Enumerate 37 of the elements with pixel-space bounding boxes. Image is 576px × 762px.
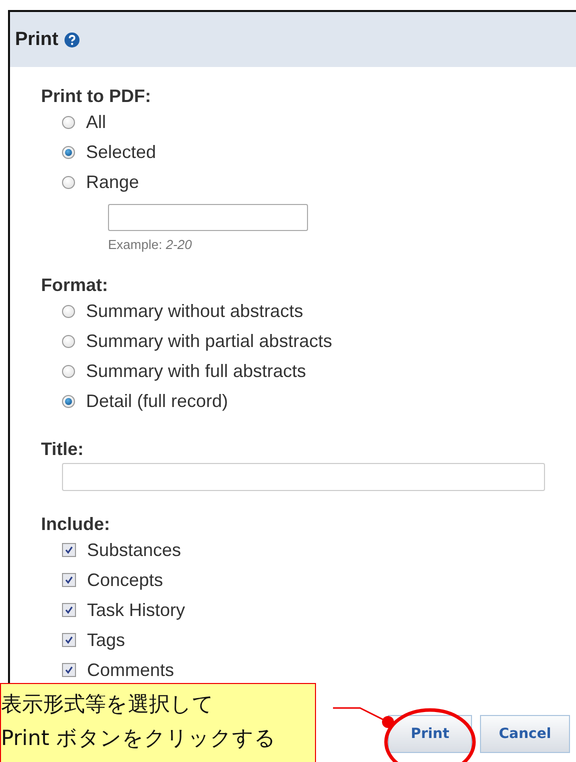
option-label: Detail (full record) [86, 390, 228, 412]
checkbox[interactable] [62, 663, 76, 677]
checkbox[interactable] [62, 633, 76, 647]
option-label: Selected [86, 142, 156, 162]
radio-button[interactable] [62, 334, 75, 348]
radio-button[interactable] [62, 304, 75, 318]
option-label: Task History [87, 600, 186, 620]
print-button[interactable]: Print [388, 715, 472, 753]
title-field[interactable] [62, 463, 545, 491]
option-label: Range [86, 172, 140, 192]
dialog-title: Print [15, 28, 58, 50]
radio-button[interactable] [62, 364, 75, 378]
checkbox[interactable] [62, 543, 76, 557]
option-label: Comments [87, 660, 174, 680]
cancel-button[interactable]: Cancel [480, 715, 570, 753]
section-label: Format: [41, 274, 109, 296]
callout-note: 表示形式等を選択して Print ボタンをクリックする [0, 683, 316, 762]
option-label: Substances [87, 540, 182, 560]
radio-button[interactable] [62, 394, 75, 408]
option-label: Summary without abstracts [86, 300, 304, 322]
section-label: Include: [41, 513, 112, 535]
leader-line [333, 707, 394, 728]
checkbox[interactable] [62, 573, 76, 587]
example-hint: Example: 2-20 [108, 237, 192, 252]
option-label: Summary with partial abstracts [86, 330, 332, 352]
option-label: Tags [87, 630, 126, 650]
help-icon[interactable] [64, 32, 80, 48]
option-label: All [86, 112, 106, 132]
section-label: Print to PDF: [41, 85, 152, 107]
option-label: Concepts [87, 570, 164, 590]
radio-button[interactable] [62, 176, 75, 188]
radio-button[interactable] [62, 146, 75, 158]
checkbox[interactable] [62, 603, 76, 617]
option-label: Summary with full abstracts [86, 360, 306, 382]
section-label: Title: [41, 438, 85, 460]
radio-button[interactable] [62, 116, 75, 128]
range-field[interactable] [108, 204, 308, 231]
